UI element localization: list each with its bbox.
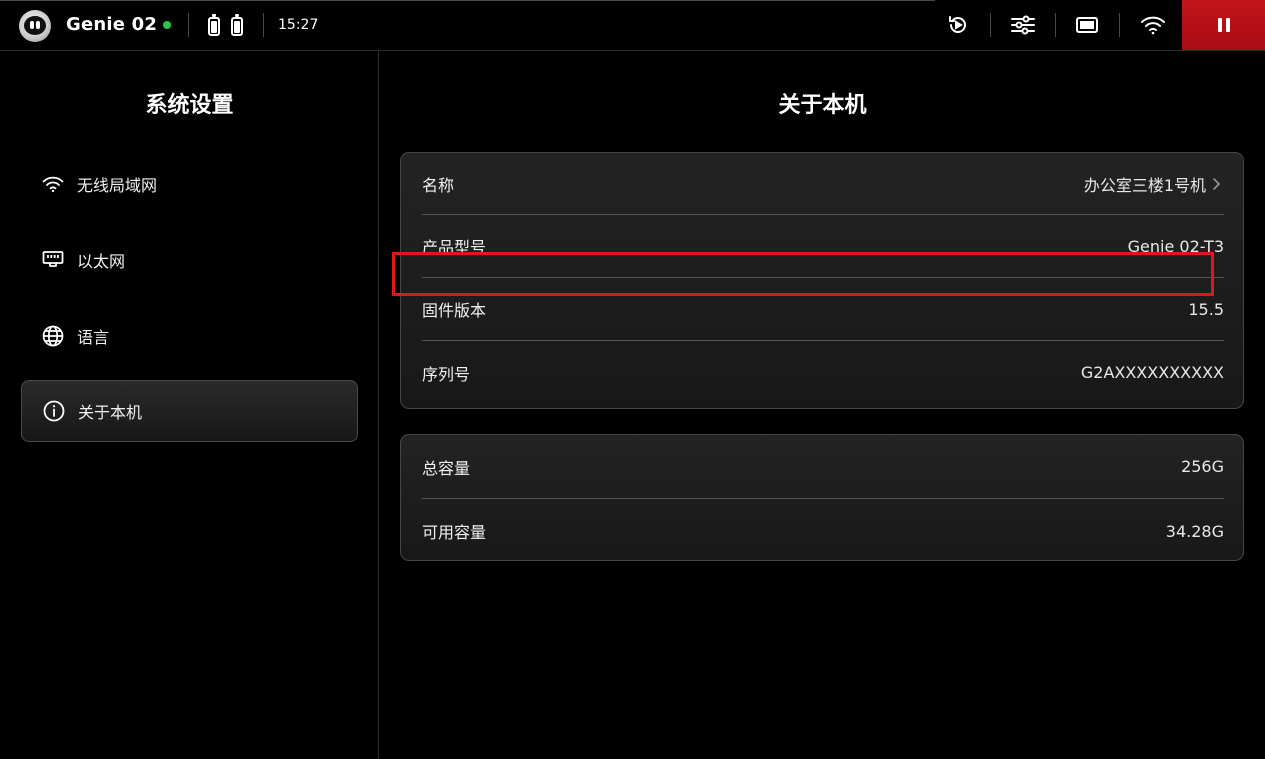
row-label: 产品型号 xyxy=(422,238,487,257)
sidebar-item-language[interactable]: 语言 xyxy=(21,305,358,367)
page-title: 关于本机 xyxy=(778,93,867,118)
wifi-icon xyxy=(41,172,65,196)
info-icon xyxy=(42,399,66,423)
info-row-model: 产品型号 Genie 02-T3 xyxy=(422,215,1224,278)
row-label: 名称 xyxy=(422,175,455,195)
robot-logo-icon[interactable] xyxy=(19,10,51,42)
about-panel: 关于本机 名称 办公室三楼1号机 产品型号 Genie 02-T3 固件版本 1… xyxy=(380,51,1265,759)
wifi-icon[interactable] xyxy=(1139,11,1167,39)
storage-row-available: 可用容量 34.28G xyxy=(422,499,1224,563)
divider xyxy=(1055,13,1056,37)
device-info-card: 名称 办公室三楼1号机 产品型号 Genie 02-T3 固件版本 15.5 序… xyxy=(400,152,1244,409)
divider xyxy=(188,13,189,37)
sidebar-item-label: 关于本机 xyxy=(78,403,143,422)
row-value: 256G xyxy=(1181,457,1224,476)
replay-icon[interactable] xyxy=(944,11,972,39)
info-row-serial: 序列号 G2AXXXXXXXXXX xyxy=(422,341,1224,404)
storage-card: 总容量 256G 可用容量 34.28G xyxy=(400,434,1244,561)
row-value: 34.28G xyxy=(1165,521,1224,541)
info-row-name[interactable]: 名称 办公室三楼1号机 xyxy=(422,153,1224,215)
divider xyxy=(263,13,264,37)
sidebar-item-label: 以太网 xyxy=(77,252,126,271)
clock: 15:27 xyxy=(278,17,319,33)
pause-button[interactable] xyxy=(1182,0,1265,50)
row-label: 固件版本 xyxy=(422,301,487,320)
row-label: 总容量 xyxy=(422,458,471,478)
row-value: G2AXXXXXXXXXX xyxy=(1080,363,1224,382)
sliders-icon[interactable] xyxy=(1009,11,1037,39)
row-value: 15.5 xyxy=(1188,299,1224,319)
battery-icon xyxy=(208,14,220,36)
top-rim-line xyxy=(0,0,935,1)
battery-icon xyxy=(231,14,243,36)
info-row-firmware: 固件版本 15.5 xyxy=(422,278,1224,341)
top-status-bar: Genie 02 15:27 xyxy=(0,0,1265,51)
globe-icon xyxy=(41,324,65,348)
row-value: Genie 02-T3 xyxy=(1127,236,1224,256)
row-label: 可用容量 xyxy=(422,523,487,542)
sidebar-title: 系统设置 xyxy=(145,93,234,118)
row-label: 序列号 xyxy=(422,364,471,384)
sidebar-item-ethernet[interactable]: 以太网 xyxy=(21,229,358,291)
sidebar-item-label: 无线局域网 xyxy=(77,176,158,195)
pause-icon xyxy=(1217,18,1230,32)
divider xyxy=(990,13,991,37)
sidebar-item-wifi[interactable]: 无线局域网 xyxy=(21,153,358,215)
sidebar-item-about[interactable]: 关于本机 xyxy=(21,380,358,442)
row-value: 办公室三楼1号机 xyxy=(1083,175,1206,195)
sidebar-item-label: 语言 xyxy=(77,328,110,347)
chevron-right-icon xyxy=(1212,177,1224,191)
divider xyxy=(1119,13,1120,37)
settings-sidebar: 系统设置 无线局域网 以太网 语言 关于本机 xyxy=(0,51,379,759)
storage-row-total: 总容量 256G xyxy=(422,435,1224,499)
device-name: Genie 02 xyxy=(66,14,158,35)
ethernet-icon xyxy=(41,248,65,272)
screen-icon[interactable] xyxy=(1073,11,1101,39)
status-dot-icon xyxy=(163,21,171,29)
